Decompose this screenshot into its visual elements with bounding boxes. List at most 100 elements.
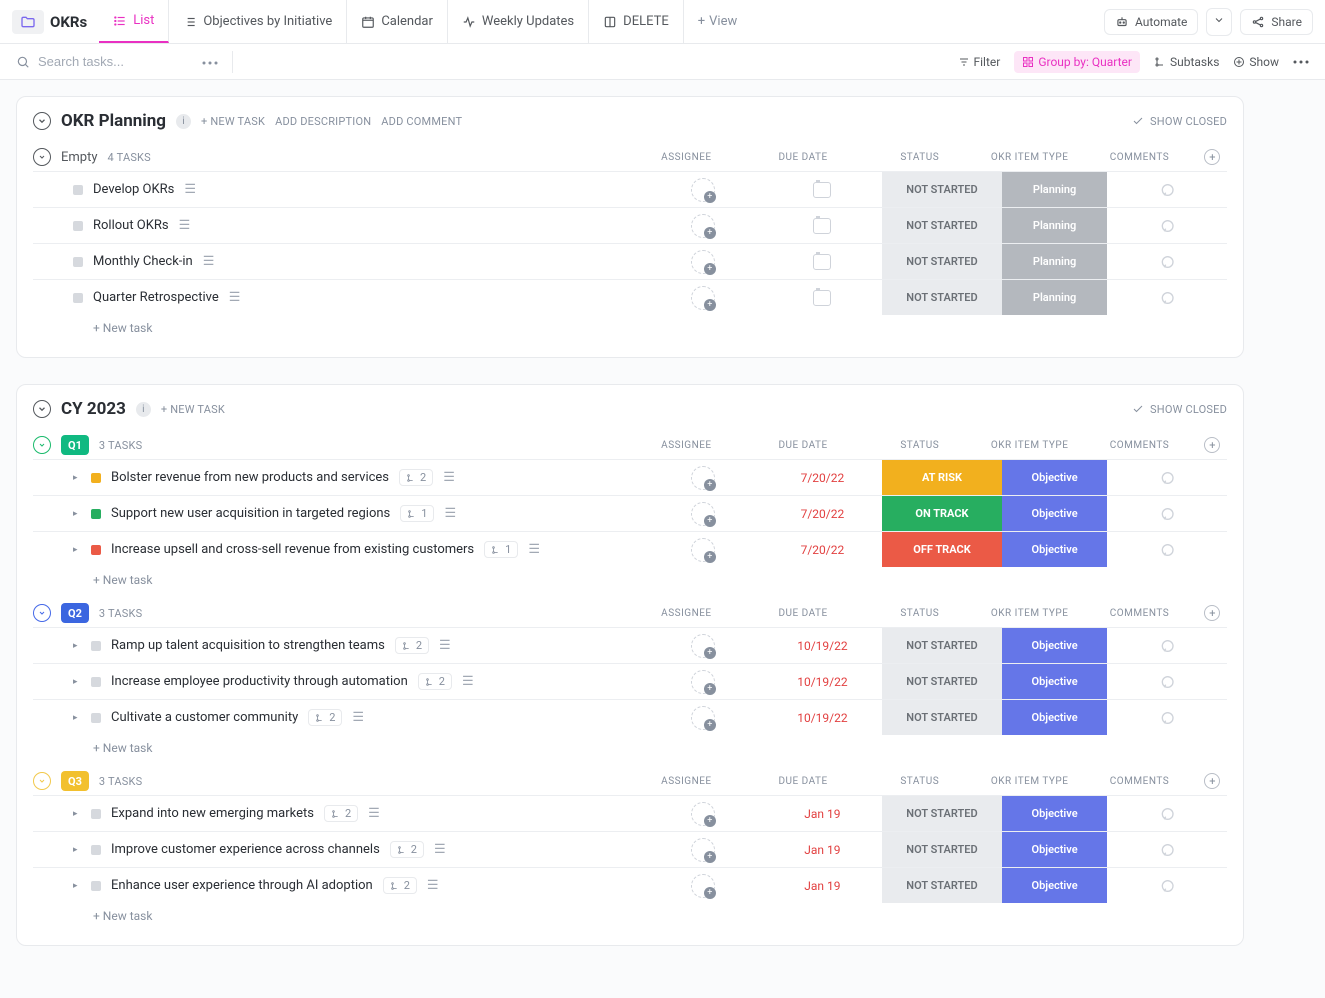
description-icon[interactable]: ☰: [439, 638, 451, 653]
col-type[interactable]: OKR ITEM TYPE: [978, 152, 1081, 163]
expand-caret-icon[interactable]: ▸: [73, 677, 81, 687]
comment-icon[interactable]: [1158, 506, 1176, 522]
task-row[interactable]: ▸ Expand into new emerging markets 2 ☰ J…: [33, 795, 1227, 831]
status-chip[interactable]: OFF TRACK: [882, 532, 1002, 567]
subtasks-button[interactable]: Subtasks: [1154, 55, 1219, 69]
col-type[interactable]: OKR ITEM TYPE: [978, 608, 1081, 619]
assignee-add-button[interactable]: [691, 502, 715, 526]
groupby-button[interactable]: Group by: Quarter: [1014, 51, 1140, 73]
status-chip[interactable]: NOT STARTED: [882, 700, 1002, 735]
subtask-count[interactable]: 2: [390, 841, 424, 858]
share-button[interactable]: Share: [1240, 9, 1313, 35]
due-date[interactable]: Jan 19: [763, 832, 883, 867]
add-view-button[interactable]: + View: [684, 14, 752, 29]
search-more-button[interactable]: [196, 48, 224, 75]
due-date[interactable]: 7/20/22: [763, 496, 883, 531]
subtask-count[interactable]: 2: [324, 805, 358, 822]
status-chip[interactable]: ON TRACK: [882, 496, 1002, 531]
add-column-button[interactable]: +: [1204, 605, 1220, 621]
assignee-add-button[interactable]: [691, 802, 715, 826]
type-chip[interactable]: Objective: [1002, 460, 1108, 495]
subtask-count[interactable]: 2: [418, 673, 452, 690]
comment-icon[interactable]: [1158, 542, 1176, 558]
type-chip[interactable]: Objective: [1002, 796, 1108, 831]
type-chip[interactable]: Planning: [1002, 208, 1108, 243]
group-collapse-toggle[interactable]: [33, 148, 51, 166]
comment-icon[interactable]: [1158, 290, 1176, 306]
expand-caret-icon[interactable]: ▸: [73, 545, 81, 555]
description-icon[interactable]: ☰: [528, 542, 540, 557]
group-badge[interactable]: Q1: [61, 435, 89, 455]
description-icon[interactable]: ☰: [444, 506, 456, 521]
assignee-add-button[interactable]: [691, 874, 715, 898]
col-assignee[interactable]: ASSIGNEE: [628, 152, 745, 163]
due-date-button[interactable]: [813, 218, 831, 234]
expand-caret-icon[interactable]: ▸: [73, 713, 81, 723]
col-status[interactable]: STATUS: [861, 608, 978, 619]
add-column-button[interactable]: +: [1204, 773, 1220, 789]
automate-dropdown[interactable]: [1206, 8, 1232, 36]
col-status[interactable]: STATUS: [861, 152, 978, 163]
col-assignee[interactable]: ASSIGNEE: [628, 608, 745, 619]
col-type[interactable]: OKR ITEM TYPE: [978, 440, 1081, 451]
subtask-count[interactable]: 2: [383, 877, 417, 894]
task-row[interactable]: Develop OKRs ☰ NOT STARTED Planning: [33, 171, 1227, 207]
due-date[interactable]: Jan 19: [763, 796, 883, 831]
task-row[interactable]: ▸ Cultivate a customer community 2 ☰ 10/…: [33, 699, 1227, 735]
status-chip[interactable]: NOT STARTED: [882, 172, 1002, 207]
expand-caret-icon[interactable]: ▸: [73, 473, 81, 483]
expand-caret-icon[interactable]: ▸: [73, 641, 81, 651]
tab-calendar[interactable]: Calendar: [347, 0, 448, 43]
status-square-icon[interactable]: [73, 293, 83, 303]
type-chip[interactable]: Planning: [1002, 172, 1108, 207]
description-icon[interactable]: ☰: [229, 290, 241, 305]
type-chip[interactable]: Planning: [1002, 280, 1108, 315]
status-square-icon[interactable]: [91, 677, 101, 687]
type-chip[interactable]: Objective: [1002, 664, 1108, 699]
tab-list[interactable]: List: [99, 0, 169, 43]
search-input[interactable]: [38, 54, 188, 69]
group-collapse-toggle[interactable]: [33, 772, 51, 790]
col-due[interactable]: DUE DATE: [745, 440, 862, 451]
tab-weekly[interactable]: Weekly Updates: [448, 0, 589, 43]
type-chip[interactable]: Objective: [1002, 700, 1108, 735]
comment-icon[interactable]: [1158, 842, 1176, 858]
assignee-add-button[interactable]: [691, 214, 715, 238]
assignee-add-button[interactable]: [691, 634, 715, 658]
comment-icon[interactable]: [1158, 710, 1176, 726]
subtask-count[interactable]: 2: [395, 637, 429, 654]
show-button[interactable]: Show: [1233, 55, 1279, 69]
status-square-icon[interactable]: [91, 509, 101, 519]
type-chip[interactable]: Objective: [1002, 532, 1108, 567]
description-icon[interactable]: ☰: [462, 674, 474, 689]
info-icon[interactable]: i: [176, 114, 191, 129]
col-comments[interactable]: COMMENTS: [1081, 608, 1198, 619]
add-column-button[interactable]: +: [1204, 437, 1220, 453]
expand-caret-icon[interactable]: ▸: [73, 845, 81, 855]
col-assignee[interactable]: ASSIGNEE: [628, 776, 745, 787]
status-chip[interactable]: NOT STARTED: [882, 244, 1002, 279]
task-row[interactable]: ▸ Enhance user experience through AI ado…: [33, 867, 1227, 903]
due-date[interactable]: 10/19/22: [763, 700, 883, 735]
group-badge[interactable]: Q3: [61, 771, 89, 791]
status-chip[interactable]: AT RISK: [882, 460, 1002, 495]
expand-caret-icon[interactable]: ▸: [73, 809, 81, 819]
tab-objectives[interactable]: Objectives by Initiative: [169, 0, 347, 43]
folder-button[interactable]: [12, 10, 44, 34]
due-date-button[interactable]: [813, 290, 831, 306]
status-square-icon[interactable]: [73, 257, 83, 267]
new-task-row-button[interactable]: + New task: [33, 903, 1227, 923]
assignee-add-button[interactable]: [691, 706, 715, 730]
status-chip[interactable]: NOT STARTED: [882, 664, 1002, 699]
col-due[interactable]: DUE DATE: [745, 608, 862, 619]
section-collapse-toggle[interactable]: [33, 112, 51, 130]
new-task-row-button[interactable]: + New task: [33, 735, 1227, 755]
expand-caret-icon[interactable]: ▸: [73, 509, 81, 519]
subtask-count[interactable]: 2: [399, 469, 433, 486]
status-chip[interactable]: NOT STARTED: [882, 868, 1002, 903]
task-row[interactable]: ▸ Improve customer experience across cha…: [33, 831, 1227, 867]
due-date[interactable]: 10/19/22: [763, 664, 883, 699]
assignee-add-button[interactable]: [691, 466, 715, 490]
group-collapse-toggle[interactable]: [33, 604, 51, 622]
description-icon[interactable]: ☰: [184, 182, 196, 197]
